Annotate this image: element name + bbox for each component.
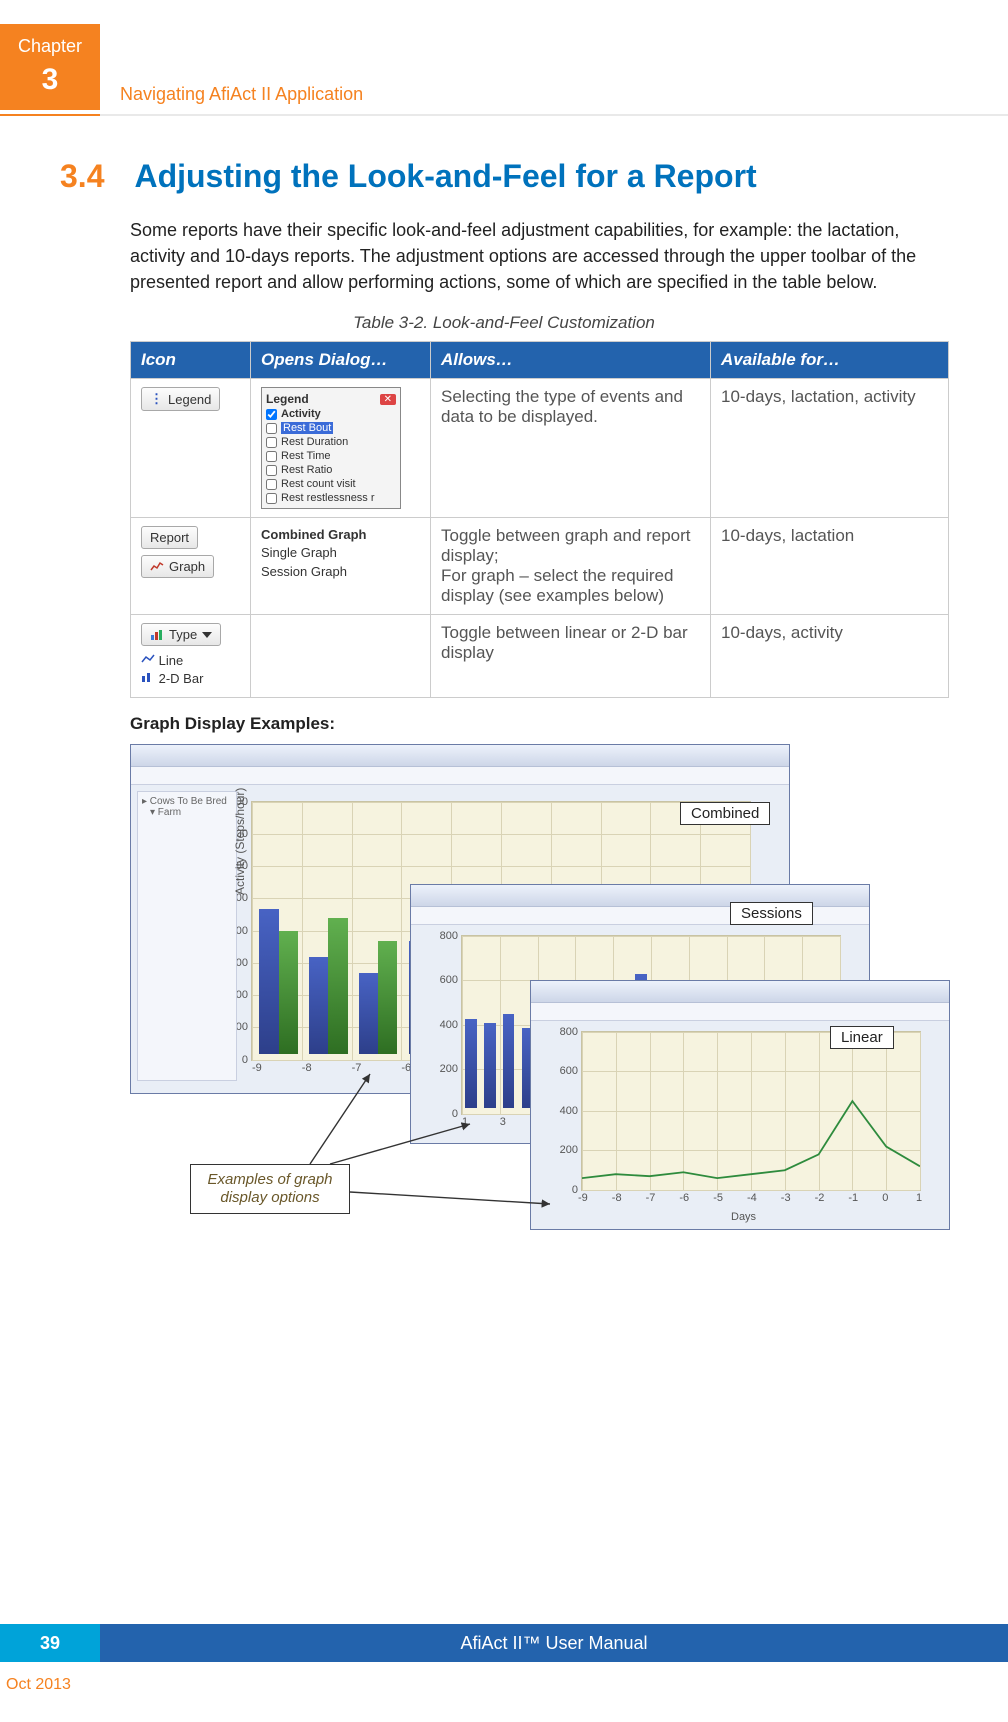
- x-axis-label: Days: [731, 1211, 756, 1223]
- legend-dots-icon: ⋮: [150, 391, 163, 407]
- cell-allows: Selecting the type of events and data to…: [431, 379, 711, 518]
- graph-menu: Combined Graph Single Graph Session Grap…: [261, 526, 420, 581]
- section-title: Adjusting the Look-and-Feel for a Report: [134, 158, 934, 195]
- footer-date: Oct 2013: [6, 1676, 71, 1694]
- legend-check[interactable]: [266, 423, 277, 434]
- cell-icon: Report Graph: [131, 518, 251, 615]
- legend-item: Rest Time: [281, 450, 331, 462]
- legend-item: Rest Ratio: [281, 464, 332, 476]
- cell-available: 10-days, lactation, activity: [711, 379, 949, 518]
- chapter-badge: Chapter 3: [0, 24, 100, 110]
- cell-icon: Type Line 2-D Bar: [131, 615, 251, 697]
- line-icon: [141, 653, 155, 665]
- cell-dialog: Legend ✕ Activity Rest Bout Rest Duration…: [251, 379, 431, 518]
- table-row: Report Graph Combined Graph Single Graph…: [131, 518, 949, 615]
- page-number: 39: [0, 1624, 100, 1662]
- chart-icon: [150, 561, 164, 573]
- graph-button[interactable]: Graph: [141, 555, 214, 578]
- manual-title: AfiAct II™ User Manual: [100, 1624, 1008, 1662]
- header-rule: [0, 114, 1008, 116]
- table-header-row: Icon Opens Dialog… Allows… Available for…: [131, 342, 949, 379]
- type-dropdown[interactable]: Type: [141, 623, 221, 646]
- th-available: Available for…: [711, 342, 949, 379]
- section-number: 3.4: [60, 158, 130, 195]
- legend-dialog-title: Legend: [266, 392, 309, 406]
- table-row: Type Line 2-D Bar Toggle between linear …: [131, 615, 949, 697]
- graph-menu-item[interactable]: Session Graph: [261, 564, 347, 579]
- table-caption: Table 3-2. Look-and-Feel Customization: [60, 313, 948, 333]
- legend-check[interactable]: [266, 479, 277, 490]
- graph-examples-heading: Graph Display Examples:: [130, 714, 948, 734]
- legend-check[interactable]: [266, 465, 277, 476]
- legend-button[interactable]: ⋮ Legend: [141, 387, 220, 411]
- report-button[interactable]: Report: [141, 526, 198, 549]
- y-axis-label: Activity (Steps/hour): [233, 787, 247, 894]
- legend-item: Activity: [281, 408, 321, 420]
- combined-tag: Combined: [680, 802, 770, 825]
- linear-tag: Linear: [830, 1026, 894, 1049]
- graph-menu-item[interactable]: Combined Graph: [261, 526, 420, 544]
- running-head: Navigating AfiAct II Application: [120, 84, 363, 105]
- legend-check[interactable]: [266, 437, 277, 448]
- table-row: ⋮ Legend Legend ✕ Activity Rest Bout Rest…: [131, 379, 949, 518]
- legend-check[interactable]: [266, 493, 277, 504]
- th-icon: Icon: [131, 342, 251, 379]
- cell-available: 10-days, activity: [711, 615, 949, 697]
- chevron-down-icon: [202, 632, 212, 638]
- th-opens: Opens Dialog…: [251, 342, 431, 379]
- type-option-bar[interactable]: 2-D Bar: [141, 670, 203, 688]
- cell-allows: Toggle between linear or 2-D bar display: [431, 615, 711, 697]
- linear-window: 0200400600800-9-8-7-6-5-4-3-2-101 Days: [530, 980, 950, 1230]
- legend-item: Rest restlessness r: [281, 492, 375, 504]
- cell-available: 10-days, lactation: [711, 518, 949, 615]
- legend-dialog: Legend ✕ Activity Rest Bout Rest Duration…: [261, 387, 401, 509]
- close-icon[interactable]: ✕: [380, 394, 396, 405]
- bar-icon: [141, 671, 155, 683]
- th-allows: Allows…: [431, 342, 711, 379]
- chapter-number: 3: [0, 57, 100, 97]
- legend-check[interactable]: [266, 451, 277, 462]
- cell-allows: Toggle between graph and report display;…: [431, 518, 711, 615]
- cell-dialog: Combined Graph Single Graph Session Grap…: [251, 518, 431, 615]
- graph-menu-item[interactable]: Single Graph: [261, 545, 337, 560]
- graph-examples-figure: 0100200300400500600700800-9-8-7-6-5-4-3-…: [130, 744, 950, 1304]
- bar-chart-icon: [150, 629, 164, 641]
- type-option-line[interactable]: Line: [141, 652, 203, 670]
- intro-paragraph: Some reports have their specific look-an…: [130, 217, 948, 295]
- chapter-label: Chapter: [0, 24, 100, 57]
- look-and-feel-table: Icon Opens Dialog… Allows… Available for…: [130, 341, 949, 697]
- cell-icon: ⋮ Legend: [131, 379, 251, 518]
- sessions-tag: Sessions: [730, 902, 813, 925]
- legend-check-activity[interactable]: [266, 409, 277, 420]
- legend-item: Rest count visit: [281, 478, 356, 490]
- footer: 39 AfiAct II™ User Manual: [0, 1624, 1008, 1662]
- legend-button-label: Legend: [168, 392, 211, 407]
- examples-callout: Examples of graph display options: [190, 1164, 350, 1214]
- cell-dialog: [251, 615, 431, 697]
- legend-item: Rest Bout: [281, 422, 333, 434]
- legend-item: Rest Duration: [281, 436, 348, 448]
